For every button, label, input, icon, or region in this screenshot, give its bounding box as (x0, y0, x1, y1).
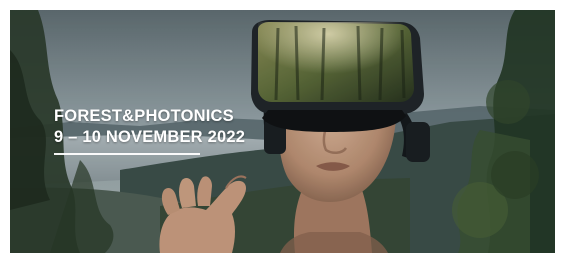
event-dates: 9 – 10 NOVEMBER 2022 (54, 128, 246, 146)
event-caption: FOREST&PHOTONICS 9 – 10 NOVEMBER 2022 (54, 106, 245, 155)
event-title: FOREST&PHOTONICS (54, 107, 234, 125)
event-banner: FOREST&PHOTONICS 9 – 10 NOVEMBER 2022 (10, 10, 555, 253)
caption-underline (54, 153, 200, 155)
